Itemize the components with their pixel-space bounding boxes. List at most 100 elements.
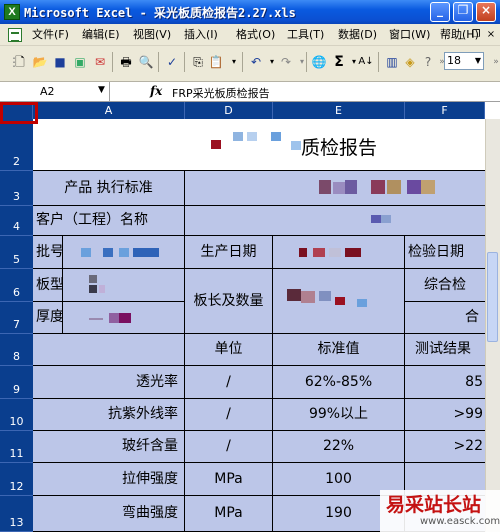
window-title: Microsoft Excel - 采光板质检报告2.27.xls <box>24 6 296 20</box>
excel-app-icon[interactable]: X <box>4 4 20 20</box>
item-standard[interactable]: 62%-85% <box>273 366 405 399</box>
item-name[interactable]: 玻纤含量 <box>33 431 185 463</box>
name-box-dropdown-icon[interactable]: ▼ <box>98 85 105 95</box>
row-header-12[interactable]: 12 <box>0 463 33 496</box>
inspection-date-label[interactable]: 检验日期 <box>405 236 485 269</box>
formula-input[interactable]: FRP采光板质检报告 <box>172 85 270 101</box>
menu-insert[interactable]: 插入(I) <box>184 27 218 43</box>
hyperlink-icon[interactable]: 🌐 <box>309 52 329 72</box>
item-name[interactable]: 拉伸强度 <box>33 463 185 496</box>
drawing-icon[interactable]: ◈ <box>400 52 420 72</box>
thickness-value[interactable] <box>63 302 185 334</box>
item-unit[interactable]: / <box>185 399 273 431</box>
column-header-a[interactable]: A <box>33 102 185 119</box>
watermark-url: www.easck.com <box>420 516 500 527</box>
menu-file[interactable]: 文件(F) <box>32 27 69 43</box>
formula-bar: A2 ▼ fx FRP采光板质检报告 <box>0 82 500 102</box>
row-header-5[interactable]: 5 <box>0 236 33 269</box>
overall-inspection-value[interactable]: 合 <box>405 302 485 334</box>
unit-header[interactable]: 单位 <box>185 334 273 366</box>
watermark: 易采站长站 www.easck.com <box>380 490 500 532</box>
row-header-3[interactable]: 3 <box>0 171 33 206</box>
item-unit[interactable]: MPa <box>185 496 273 532</box>
column-header-f[interactable]: F <box>405 102 485 119</box>
item-result[interactable]: 85 <box>405 366 485 399</box>
doc-restore-button[interactable]: ❐ <box>469 28 483 42</box>
email-icon[interactable]: ✉ <box>90 52 110 72</box>
menu-tools[interactable]: 工具(T) <box>287 27 324 43</box>
minimize-button[interactable]: _ <box>430 2 450 22</box>
maximize-button[interactable]: ❐ <box>453 2 473 22</box>
production-date-label[interactable]: 生产日期 <box>185 236 273 269</box>
sort-ascending-icon[interactable]: A↓ <box>356 52 376 72</box>
board-length-quantity-label[interactable]: 板长及数量 <box>185 269 273 334</box>
item-unit[interactable]: / <box>185 366 273 399</box>
copy-icon[interactable]: ⎘ <box>188 52 208 72</box>
paste-dropdown-icon[interactable]: ▾ <box>224 52 244 72</box>
permission-icon[interactable]: ▣ <box>70 52 90 72</box>
menu-format[interactable]: 格式(O) <box>236 27 275 43</box>
print-icon[interactable]: 🖶 <box>116 52 136 72</box>
item-name[interactable]: 透光率 <box>33 366 185 399</box>
title-bar[interactable]: X Microsoft Excel - 采光板质检报告2.27.xls _ ❐ … <box>0 0 500 24</box>
open-icon[interactable]: 📂 <box>30 52 50 72</box>
customer-project-label[interactable]: 客户（工程）名称 <box>33 206 185 236</box>
paste-icon[interactable]: 📋 <box>206 52 226 72</box>
menu-data[interactable]: 数据(D) <box>338 27 377 43</box>
item-unit[interactable]: MPa <box>185 463 273 496</box>
item-name[interactable]: 弯曲强度 <box>33 496 185 532</box>
board-type-value[interactable] <box>63 269 185 302</box>
row-header-6[interactable]: 6 <box>0 269 33 302</box>
product-standard-label[interactable]: 产品 执行标准 <box>33 171 185 206</box>
watermark-text: 易采站长站 <box>386 494 482 516</box>
row-header-13[interactable]: 13 <box>0 496 33 532</box>
thickness-label[interactable]: 厚度 <box>33 302 63 334</box>
worksheet-grid[interactable]: A D E F 2 3 4 5 6 7 8 9 10 11 12 13 质检报告… <box>0 102 500 532</box>
batch-label[interactable]: 批号 <box>33 236 63 269</box>
column-header-e[interactable]: E <box>273 102 405 119</box>
item-name[interactable]: 抗紫外线率 <box>33 399 185 431</box>
print-preview-icon[interactable]: 🔍 <box>136 52 156 72</box>
report-title-cell[interactable]: 质检报告 <box>33 119 485 171</box>
item-header-cell[interactable] <box>33 334 185 366</box>
scrollbar-thumb[interactable] <box>487 252 498 342</box>
row-header-7[interactable]: 7 <box>0 302 33 334</box>
workbook-icon[interactable] <box>8 28 22 42</box>
customer-project-value[interactable] <box>185 206 485 236</box>
save-icon[interactable]: ■ <box>50 52 70 72</box>
row-header-2[interactable]: 2 <box>0 119 33 171</box>
toolbar-options-right-icon[interactable]: » <box>486 52 500 72</box>
batch-value[interactable] <box>63 236 185 269</box>
item-standard[interactable]: 22% <box>273 431 405 463</box>
spelling-icon[interactable]: ✓ <box>162 52 182 72</box>
item-unit[interactable]: / <box>185 431 273 463</box>
menu-view[interactable]: 视图(V) <box>133 27 171 43</box>
menu-window[interactable]: 窗口(W) <box>389 27 430 43</box>
item-result[interactable]: >99 <box>405 399 485 431</box>
row-header-11[interactable]: 11 <box>0 431 33 463</box>
board-type-label[interactable]: 板型 <box>33 269 63 302</box>
item-result[interactable]: >22 <box>405 431 485 463</box>
test-result-header[interactable]: 测试结果 <box>405 334 485 366</box>
row-header-4[interactable]: 4 <box>0 206 33 236</box>
row-header-9[interactable]: 9 <box>0 366 33 399</box>
standard-value-header[interactable]: 标准值 <box>273 334 405 366</box>
board-length-quantity-value[interactable] <box>273 269 405 334</box>
zoom-dropdown-icon[interactable]: ▼ <box>473 53 483 69</box>
menu-edit[interactable]: 编辑(E) <box>82 27 120 43</box>
row-header-8[interactable]: 8 <box>0 334 33 366</box>
product-standard-value[interactable] <box>185 171 485 206</box>
selection-highlight <box>0 102 38 124</box>
column-header-d[interactable]: D <box>185 102 273 119</box>
row-header-10[interactable]: 10 <box>0 399 33 431</box>
item-standard[interactable]: 99%以上 <box>273 399 405 431</box>
new-icon[interactable]: 🗋 <box>10 52 30 72</box>
insert-function-icon[interactable]: fx <box>150 84 162 98</box>
overall-inspection-label[interactable]: 综合检 <box>405 269 485 302</box>
close-button[interactable]: × <box>476 2 496 22</box>
chart-wizard-icon[interactable]: ▥ <box>382 52 402 72</box>
doc-close-button[interactable]: × <box>484 28 498 42</box>
doc-minimize-button[interactable]: _ <box>454 28 468 42</box>
name-box[interactable]: A2 <box>0 82 110 101</box>
production-date-value[interactable] <box>273 236 405 269</box>
